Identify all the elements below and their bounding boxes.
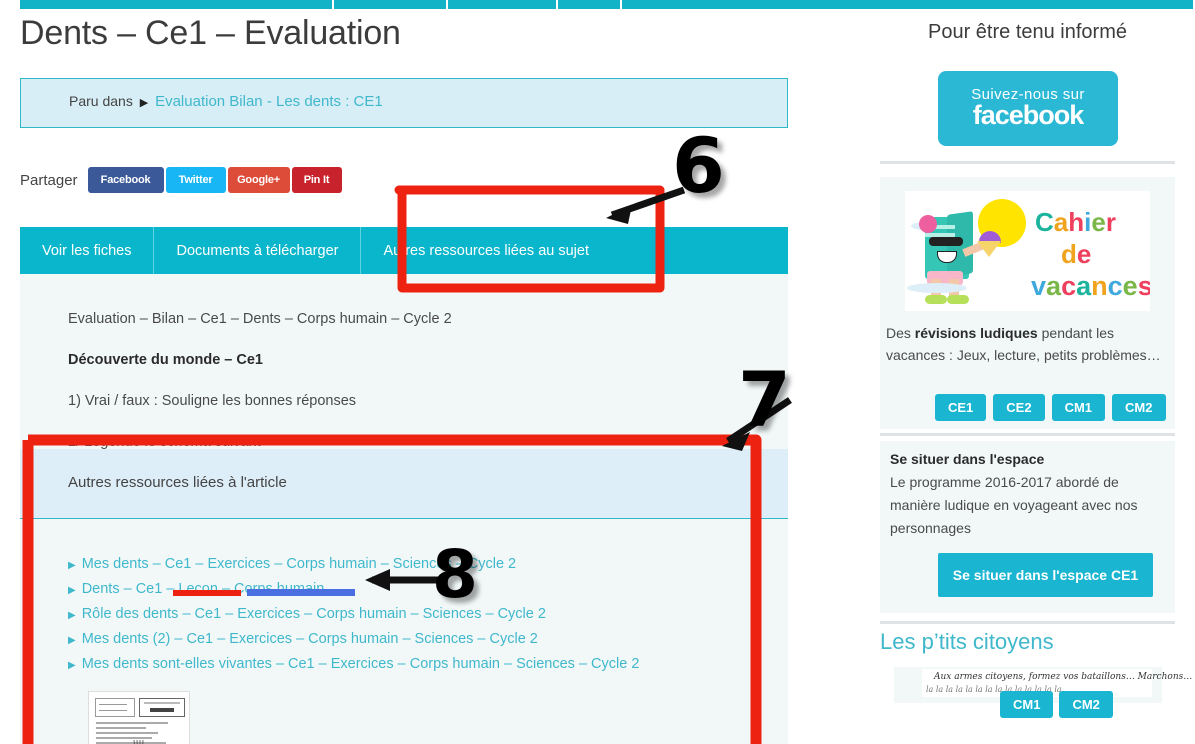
- share-googleplus-button[interactable]: Google+: [227, 167, 290, 193]
- article-line-exercise-2: 2/ Légende le schéma suivant: [68, 434, 261, 450]
- related-link-3[interactable]: ▶ Mes dents (2) – Ce1 – Exercices – Corps…: [68, 631, 538, 647]
- related-link-label: Mes dents (2) – Ce1 – Exercices – Corps …: [81, 631, 538, 647]
- article-line-meta: Evaluation – Bilan – Ce1 – Dents – Corps…: [68, 311, 452, 327]
- desc-bold: révisions ludiques: [914, 325, 1038, 341]
- article-line-subject: Découverte du monde – Ce1: [68, 352, 263, 368]
- related-link-label: Dents – Ce1 – Leçon – Corps humain: [81, 581, 325, 597]
- cahier-word: Cahier: [1035, 207, 1116, 237]
- related-resources-heading: Autres ressources liées à l'article: [68, 474, 287, 491]
- sidebar-divider: [880, 433, 1175, 436]
- share-facebook-button[interactable]: Facebook: [87, 167, 164, 193]
- top-nav-item-1[interactable]: [334, 0, 449, 9]
- thumbnail-title-box: [139, 698, 185, 717]
- related-resources-header: Autres ressources liées à l'article: [20, 449, 788, 519]
- citoyens-handwriting-line-1: Aux armes citoyens, formez vos bataillon…: [934, 672, 1193, 682]
- related-resources-list: ▶ Mes dents – Ce1 – Exercices – Corps hum…: [20, 519, 788, 744]
- related-link-4[interactable]: ▶ Mes dents sont-elles vivantes – Ce1 – E…: [68, 656, 639, 672]
- sidebar-follow-title: Pour être tenu informé: [928, 21, 1127, 43]
- tab-voir-les-fiches[interactable]: Voir les fiches: [20, 227, 155, 274]
- top-nav-item-0[interactable]: [20, 0, 335, 9]
- page-root: Dents – Ce1 – Evaluation Paru dans ▶ Eva…: [0, 0, 1195, 744]
- caret-right-icon: ▶: [68, 610, 76, 621]
- top-nav-item-4[interactable]: [622, 0, 1195, 9]
- les-ptits-citoyens-card: Les p’tits citoyens Aux armes citoyens, …: [880, 629, 1192, 744]
- document-thumbnail[interactable]: [88, 691, 190, 744]
- share-label: Partager: [20, 171, 78, 189]
- thumbnail-name-field: [95, 698, 135, 717]
- page-title: Dents – Ce1 – Evaluation: [20, 14, 401, 52]
- citoyens-level-pills: CM1 CM2: [1000, 691, 1113, 718]
- facebook-follow-button[interactable]: Suivez-nous sur facebook: [938, 71, 1118, 146]
- espace-ce1-button[interactable]: Se situer dans l'espace CE1: [938, 553, 1153, 597]
- breadcrumb-link[interactable]: Evaluation Bilan - Les dents : CE1: [155, 93, 383, 110]
- tab-documents-a-telecharger[interactable]: Documents à télécharger: [154, 227, 362, 274]
- pill-cm1[interactable]: CM1: [1051, 394, 1106, 421]
- cahier-de-vacances-description: Des révisions ludiques pendant les vacan…: [886, 322, 1171, 366]
- caret-right-icon: ▶: [68, 660, 76, 671]
- top-navigation-items[interactable]: [20, 0, 1195, 9]
- sidebar-divider: [880, 621, 1175, 624]
- related-link-label: Rôle des dents – Ce1 – Exercices – Corps…: [81, 606, 546, 622]
- espace-card-title: Se situer dans l'espace: [890, 451, 1045, 467]
- sunglasses-icon: [929, 237, 963, 246]
- top-nav-item-3[interactable]: [558, 0, 622, 9]
- flower-icon: [919, 215, 937, 233]
- espace-card-description: Le programme 2016-2017 abordé de manière…: [890, 474, 1138, 536]
- pill-cm2[interactable]: CM2: [1059, 691, 1113, 718]
- facebook-follow-bottom-label: facebook: [972, 100, 1085, 130]
- top-nav-item-2[interactable]: [448, 0, 559, 9]
- cahier-de-vacances-image: Cahier de vacances: [905, 191, 1150, 311]
- cahier-level-pills: CE1 CE2 CM1 CM2: [935, 394, 1166, 421]
- de-word: de: [1061, 239, 1092, 269]
- related-link-2[interactable]: ▶ Rôle des dents – Ce1 – Exercices – Corp…: [68, 606, 546, 622]
- breadcrumb: Paru dans ▶ Evaluation Bilan - Les dents…: [20, 78, 788, 128]
- related-link-label: Mes dents sont-elles vivantes – Ce1 – Ex…: [81, 656, 640, 672]
- share-twitter-button[interactable]: Twitter: [165, 167, 226, 193]
- caret-right-icon: ▶: [68, 635, 76, 646]
- tab-autres-ressources-liees-au-sujet[interactable]: Autres ressources liées au sujet: [361, 227, 611, 274]
- teeth-diagram-icon: [133, 739, 144, 744]
- related-link-0[interactable]: ▶ Mes dents – Ce1 – Exercices – Corps hum…: [68, 556, 516, 572]
- article-line-exercise-1: 1) Vrai / faux : Souligne les bonnes rép…: [68, 393, 357, 409]
- right-sidebar: Pour être tenu informé Suivez-nous sur f…: [860, 9, 1195, 744]
- top-navigation-bar: [0, 0, 1195, 9]
- se-situer-dans-lespace-card: Se situer dans l'espace Le programme 201…: [880, 441, 1175, 613]
- sidebar-divider: [880, 161, 1175, 164]
- caret-right-icon: ▶: [68, 585, 76, 596]
- desc-pre: Des: [886, 325, 915, 341]
- caret-right-icon: ▶: [68, 560, 76, 571]
- share-row: Partager Facebook Twitter Google+ Pin It: [20, 167, 344, 193]
- caret-right-icon: ▶: [139, 97, 149, 109]
- main-content: Dents – Ce1 – Evaluation Paru dans ▶ Eva…: [0, 9, 860, 744]
- related-link-label: Mes dents – Ce1 – Exercices – Corps huma…: [81, 556, 517, 572]
- tab-bar: Voir les fiches Documents à télécharger …: [20, 227, 788, 274]
- pill-ce1[interactable]: CE1: [935, 394, 987, 421]
- breadcrumb-prefix: Paru dans: [69, 93, 133, 109]
- share-pinterest-button[interactable]: Pin It: [291, 167, 342, 193]
- cahier-de-vacances-card: Cahier de vacances Des révisions ludique…: [880, 177, 1175, 429]
- breadcrumb-inner: Paru dans ▶ Evaluation Bilan - Les dents…: [69, 93, 383, 110]
- article-body: Evaluation – Bilan – Ce1 – Dents – Corps…: [20, 274, 788, 450]
- pill-cm1[interactable]: CM1: [1000, 691, 1054, 718]
- pill-ce2[interactable]: CE2: [993, 394, 1045, 421]
- pill-cm2[interactable]: CM2: [1112, 394, 1166, 421]
- citoyens-card-title[interactable]: Les p’tits citoyens: [880, 629, 1054, 655]
- vacances-word: vacances: [1031, 271, 1150, 301]
- related-link-1[interactable]: ▶ Dents – Ce1 – Leçon – Corps humain: [68, 581, 324, 597]
